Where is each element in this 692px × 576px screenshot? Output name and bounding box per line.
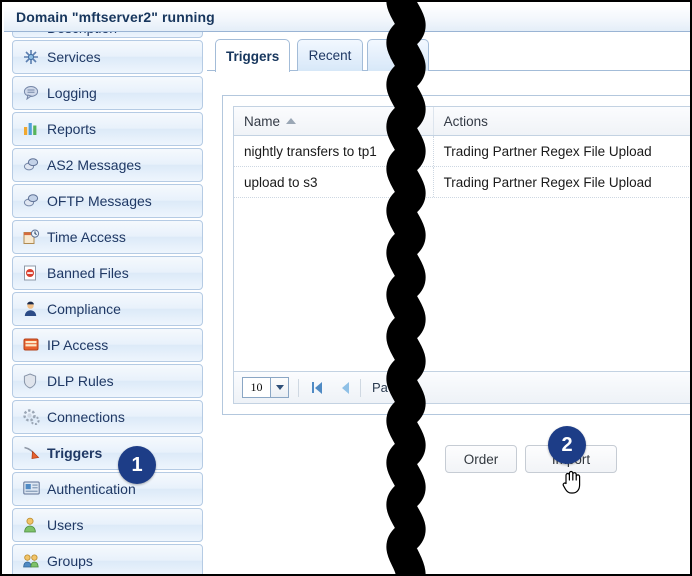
page-size-value: 10	[250, 380, 263, 394]
toolbar-divider	[298, 378, 299, 397]
sidebar-item-authentication[interactable]: Authentication	[12, 472, 203, 506]
sidebar-item-description[interactable]: Description	[12, 32, 203, 38]
tab-se-truncated[interactable]: Se	[367, 39, 429, 71]
column-header-label: Name	[244, 113, 281, 129]
sidebar-item-label: DLP Rules	[47, 373, 114, 389]
column-header-label: Actions	[443, 113, 488, 129]
oftp-messages-icon	[23, 193, 41, 209]
sidebar-item-groups[interactable]: Groups	[12, 544, 203, 574]
authentication-icon	[23, 481, 41, 497]
sidebar-item-dlp-rules[interactable]: DLP Rules	[12, 364, 203, 398]
sidebar-item-ip-access[interactable]: IP Access	[12, 328, 203, 362]
sidebar-item-triggers[interactable]: Triggers	[12, 436, 203, 470]
sidebar-item-users[interactable]: Users	[12, 508, 203, 542]
annotation-badge-1: 1	[118, 446, 156, 484]
sidebar-item-label: Triggers	[47, 445, 103, 461]
previous-page-button[interactable]	[336, 379, 354, 397]
sidebar-item-label: Connections	[47, 409, 125, 425]
toolbar-divider	[360, 378, 361, 397]
main-content-panel: Triggers Recent Se Name Actions nightly …	[207, 32, 690, 574]
column-header-actions[interactable]: Actions	[434, 107, 690, 135]
chevron-down-icon[interactable]	[270, 378, 288, 397]
table-row[interactable]: nightly transfers to tp1 Trading Partner…	[234, 136, 690, 167]
sidebar-item-label: Time Access	[47, 229, 126, 245]
sidebar-item-label: Services	[47, 49, 101, 65]
tab-label: Triggers	[226, 48, 280, 64]
as2-messages-icon	[23, 157, 41, 173]
triggers-grid-panel: Name Actions nightly transfers to tp1 Tr…	[222, 95, 690, 415]
sidebar-navigation: Description Services Logging	[4, 32, 207, 574]
action-button-row: Order Import Add Edit	[207, 445, 690, 489]
sidebar-item-oftp-messages[interactable]: OFTP Messages	[12, 184, 203, 218]
sidebar-item-banned-files[interactable]: Banned Files	[12, 256, 203, 290]
application-window: Domain "mftserver2" running Description …	[0, 0, 692, 576]
sidebar-item-reports[interactable]: Reports	[12, 112, 203, 146]
sidebar-item-compliance[interactable]: Compliance	[12, 292, 203, 326]
sidebar-item-as2-messages[interactable]: AS2 Messages	[12, 148, 203, 182]
cell-name: nightly transfers to tp1	[234, 136, 434, 166]
time-access-icon	[23, 229, 41, 245]
tab-recent[interactable]: Recent	[297, 39, 363, 71]
page-label: Pa	[372, 380, 388, 395]
sidebar-item-services[interactable]: Services	[12, 40, 203, 74]
first-page-arrow-icon	[315, 381, 322, 394]
sidebar-item-connections[interactable]: Connections	[12, 400, 203, 434]
sidebar-item-label: Authentication	[47, 481, 136, 497]
ip-access-icon	[23, 337, 41, 353]
sidebar-item-label: OFTP Messages	[47, 193, 152, 209]
column-header-name[interactable]: Name	[234, 107, 434, 135]
mouse-cursor-pointer-icon	[562, 470, 582, 496]
sidebar-item-label: Users	[47, 517, 84, 533]
services-icon	[23, 49, 41, 65]
compliance-icon	[23, 301, 41, 317]
tab-content-triggers: Name Actions nightly transfers to tp1 Tr…	[207, 71, 690, 531]
triggers-grid: Name Actions nightly transfers to tp1 Tr…	[233, 106, 690, 404]
tab-label: Recent	[308, 48, 352, 63]
window-title: Domain "mftserver2" running	[16, 9, 215, 25]
annotation-badge-number: 1	[131, 453, 143, 476]
tab-triggers[interactable]: Triggers	[215, 39, 291, 72]
sidebar-item-label: Description	[47, 32, 117, 36]
reports-icon	[23, 121, 41, 137]
cell-actions: Trading Partner Regex File Upload	[443, 143, 652, 159]
tab-strip: Triggers Recent Se	[207, 36, 690, 72]
sort-ascending-icon	[286, 118, 297, 124]
groups-icon	[23, 553, 41, 569]
sidebar-item-label: Compliance	[47, 301, 121, 317]
tab-label: Se	[389, 48, 407, 63]
order-button-label: Order	[463, 451, 499, 467]
sidebar-item-time-access[interactable]: Time Access	[12, 220, 203, 254]
sidebar-item-logging[interactable]: Logging	[12, 76, 203, 110]
cell-actions: Trading Partner Regex File Upload	[443, 174, 652, 190]
dlp-rules-icon	[23, 373, 41, 389]
grid-header-row: Name Actions	[234, 107, 690, 136]
table-row[interactable]: upload to s3 Trading Partner Regex File …	[234, 167, 690, 198]
window-titlebar: Domain "mftserver2" running	[4, 4, 690, 32]
sidebar-item-label: Banned Files	[47, 265, 129, 281]
first-page-icon	[312, 382, 314, 393]
annotation-badge-number: 2	[561, 433, 573, 456]
sidebar-item-label: Logging	[47, 85, 97, 101]
description-icon	[23, 32, 41, 36]
annotation-badge-2: 2	[548, 426, 586, 464]
sidebar-item-label: AS2 Messages	[47, 157, 142, 173]
page-size-select[interactable]: 10	[242, 377, 289, 398]
sidebar-item-label: Groups	[47, 553, 93, 569]
sidebar-item-label: IP Access	[47, 337, 109, 353]
users-icon	[23, 517, 41, 533]
paging-toolbar: 10 Pa	[234, 371, 690, 403]
previous-page-icon	[341, 381, 349, 394]
order-button[interactable]: Order	[445, 445, 517, 473]
triggers-icon	[23, 445, 41, 461]
first-page-button[interactable]	[308, 379, 326, 397]
connections-icon	[23, 409, 41, 425]
logging-icon	[23, 85, 41, 101]
sidebar-item-label: Reports	[47, 121, 97, 137]
banned-files-icon	[23, 265, 41, 281]
cell-name: upload to s3	[234, 167, 434, 197]
